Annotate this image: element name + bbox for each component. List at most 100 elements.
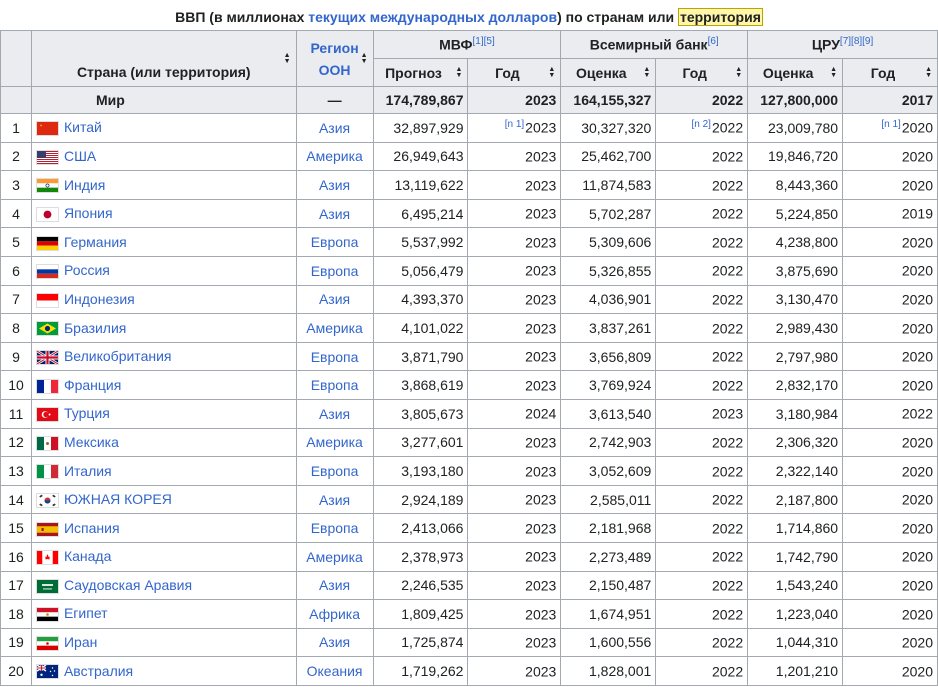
country-link[interactable]: Франция bbox=[64, 377, 121, 393]
region-link[interactable]: Азия bbox=[295, 627, 374, 658]
cia-value: 2,989,430 bbox=[747, 313, 844, 343]
cia-year: 2019 bbox=[842, 198, 938, 229]
country-link[interactable]: Италия bbox=[64, 463, 112, 479]
caption-link[interactable]: текущих международных долларов bbox=[308, 9, 557, 25]
wb-year: [n 2]2022 bbox=[655, 113, 749, 143]
imf-forecast-header[interactable]: Прогноз ▲ ▼ bbox=[372, 58, 469, 87]
imf-value: 3,805,673 bbox=[372, 398, 469, 429]
table-row: 9 Великобритания Европа 3,871,790 2023 3,656,… bbox=[0, 341, 938, 372]
region-link[interactable]: Азия bbox=[295, 170, 374, 200]
region-link[interactable]: Азия bbox=[295, 398, 374, 429]
country-link[interactable]: Великобритания bbox=[64, 348, 172, 364]
wb-year-value: 2022 bbox=[711, 320, 744, 337]
caption-highlight: территория bbox=[677, 8, 763, 26]
wb-year-value: 2022 bbox=[711, 434, 744, 451]
region-link[interactable]: Азия bbox=[295, 113, 374, 143]
country-link[interactable]: США bbox=[64, 148, 96, 164]
wb-year: 2022 bbox=[655, 370, 749, 400]
table-row: 7 Индонезия Азия 4,393,370 2023 4,036,901 2022… bbox=[0, 284, 938, 315]
country-link[interactable]: Египет bbox=[64, 605, 108, 621]
rank-cell: 15 bbox=[0, 513, 32, 543]
rank-header bbox=[0, 30, 32, 87]
region-link[interactable]: Америка bbox=[295, 427, 374, 458]
note-link[interactable]: [n 1] bbox=[505, 119, 524, 130]
worldbank-refs[interactable]: [6] bbox=[708, 36, 719, 47]
region-link[interactable]: Европа bbox=[295, 341, 374, 372]
imf-year-value: 2024 bbox=[525, 406, 557, 423]
table-row: 19 Иран Азия 1,725,874 2023 1,600,556 2022 1,04… bbox=[0, 627, 938, 658]
country-link[interactable]: ЮЖНАЯ КОРЕЯ bbox=[64, 491, 172, 507]
country-link[interactable]: Испания bbox=[64, 520, 120, 536]
imf-year-value: 2023 bbox=[525, 434, 557, 451]
country-cell: Великобритания bbox=[30, 341, 297, 372]
country-link[interactable]: Мексика bbox=[64, 434, 119, 450]
country-column-header[interactable]: Страна (или территория) ▲ ▼ bbox=[30, 30, 297, 87]
region-link[interactable]: Азия bbox=[295, 284, 374, 315]
cia-year-value: 2020 bbox=[901, 491, 933, 508]
region-link[interactable]: Европа bbox=[295, 513, 374, 543]
country-link[interactable]: Индия bbox=[64, 177, 105, 193]
table-row: 15 Испания Европа 2,413,066 2023 2,181,968 202… bbox=[0, 513, 938, 543]
table-row: 20 Австралия Океания 1,719,262 2023 1,828,001… bbox=[0, 656, 938, 686]
rank-cell: 4 bbox=[0, 198, 32, 229]
country-link[interactable]: Австралия bbox=[64, 663, 133, 679]
wb-value: 4,036,901 bbox=[560, 284, 657, 315]
wb-year-value: 2022 bbox=[711, 491, 744, 508]
rank-cell: 16 bbox=[0, 541, 32, 572]
wb-year: 2022 bbox=[655, 284, 749, 315]
cia-value: 4,238,800 bbox=[747, 227, 844, 257]
imf-refs[interactable]: [1][5] bbox=[472, 36, 494, 47]
country-cell: Мексика bbox=[30, 427, 297, 458]
wb-year: 2022 bbox=[655, 456, 749, 486]
wb-estimate-header[interactable]: Оценка ▲ ▼ bbox=[560, 58, 657, 87]
cia-estimate-header[interactable]: Оценка ▲ ▼ bbox=[747, 58, 844, 87]
cia-year-value: 2020 bbox=[901, 348, 933, 365]
country-link[interactable]: Индонезия bbox=[64, 291, 135, 307]
imf-year: 2023 bbox=[467, 513, 562, 543]
region-link[interactable]: Азия bbox=[295, 570, 374, 601]
wb-year-header[interactable]: Год ▲ ▼ bbox=[655, 58, 749, 87]
region-link[interactable]: Европа bbox=[295, 255, 374, 286]
cia-year-header[interactable]: Год ▲ ▼ bbox=[842, 58, 938, 87]
imf-year: 2023 bbox=[467, 198, 562, 229]
country-link[interactable]: Бразилия bbox=[64, 320, 126, 336]
country-link[interactable]: Иран bbox=[64, 634, 97, 650]
imf-value: 4,101,022 bbox=[372, 313, 469, 343]
region-link[interactable]: Океания bbox=[295, 656, 374, 686]
country-link[interactable]: Япония bbox=[64, 205, 113, 221]
country-link[interactable]: Саудовская Аравия bbox=[64, 577, 192, 593]
country-link[interactable]: Германия bbox=[64, 234, 127, 250]
sort-icon: ▲ ▼ bbox=[548, 65, 556, 79]
country-link[interactable]: Канада bbox=[64, 548, 111, 564]
wb-year-value: 2022 bbox=[711, 177, 744, 194]
note-link[interactable]: [n 2] bbox=[692, 119, 711, 130]
cia-year: 2020 bbox=[842, 284, 938, 315]
region-link[interactable]: Европа bbox=[295, 456, 374, 486]
sort-icon: ▲ ▼ bbox=[925, 65, 932, 79]
region-link[interactable]: Америка bbox=[295, 313, 374, 343]
wb-year: 2022 bbox=[655, 227, 749, 257]
region-link[interactable]: Америка bbox=[295, 541, 374, 572]
region-link[interactable]: Азия bbox=[295, 198, 374, 229]
flag-icon bbox=[35, 321, 59, 337]
cia-refs[interactable]: [7][8][9] bbox=[840, 36, 873, 47]
region-column-header[interactable]: Регион ООН ▲ ▼ bbox=[295, 30, 374, 87]
cia-year-value: 2020 bbox=[901, 549, 933, 566]
flag-icon bbox=[35, 664, 59, 680]
imf-value: 5,537,992 bbox=[372, 227, 469, 257]
region-link[interactable]: Америка bbox=[295, 141, 374, 172]
cia-year: 2020 bbox=[842, 541, 938, 572]
region-link[interactable]: Азия bbox=[295, 484, 374, 515]
country-link[interactable]: Китай bbox=[64, 119, 102, 135]
imf-year-header[interactable]: Год ▲ ▼ bbox=[467, 58, 562, 87]
region-link[interactable]: Африка bbox=[295, 599, 374, 629]
cia-value: 2,306,320 bbox=[747, 427, 844, 458]
country-link[interactable]: Россия bbox=[64, 262, 110, 278]
note-link[interactable]: [n 1] bbox=[881, 119, 900, 130]
flag-icon bbox=[35, 264, 59, 280]
flag-icon bbox=[35, 492, 59, 508]
country-link[interactable]: Турция bbox=[64, 405, 110, 421]
region-link[interactable]: Европа bbox=[295, 227, 374, 257]
world-region: — bbox=[295, 86, 374, 114]
region-link[interactable]: Европа bbox=[295, 370, 374, 400]
